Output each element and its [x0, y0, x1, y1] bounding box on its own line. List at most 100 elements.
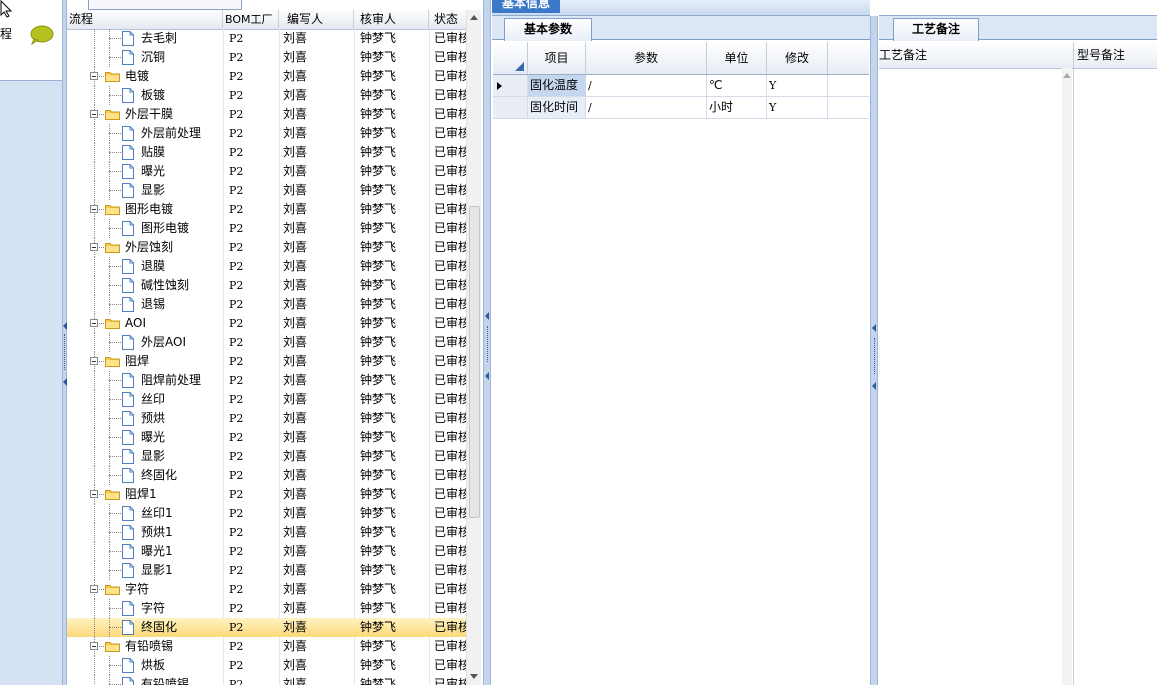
tree-node-cell[interactable]: 图形电镀: [67, 219, 223, 238]
tree-row[interactable]: 图形电镀 P2 刘喜 钟梦飞 已审核: [67, 219, 467, 238]
col-header-unit[interactable]: 单位: [707, 42, 767, 74]
tree-node-cell[interactable]: 电镀: [67, 67, 223, 86]
tree-splitter[interactable]: [483, 0, 491, 685]
tree-row[interactable]: 曝光1 P2 刘喜 钟梦飞 已审核: [67, 542, 467, 561]
col-header-process[interactable]: 流程: [67, 10, 223, 29]
tree-node-cell[interactable]: 阻焊: [67, 352, 223, 371]
tab-basic-info[interactable]: 基本信息: [492, 0, 560, 13]
tree-row[interactable]: 有铅喷锡 P2 刘喜 钟梦飞 已审核: [67, 675, 467, 685]
scroll-down-icon[interactable]: [470, 674, 478, 679]
tree-node-cell[interactable]: 字符: [67, 599, 223, 618]
param-row[interactable]: 固化时间 / 小时 Y: [493, 97, 869, 119]
tree-row[interactable]: 终固化 P2 刘喜 钟梦飞 已审核: [67, 466, 467, 485]
scroll-thumb[interactable]: [469, 206, 480, 518]
tree-row[interactable]: 碱性蚀刻 P2 刘喜 钟梦飞 已审核: [67, 276, 467, 295]
tree-node-cell[interactable]: 曝光1: [67, 542, 223, 561]
col-header-model-notes[interactable]: 型号备注: [1077, 42, 1125, 68]
collapse-node-icon[interactable]: [90, 319, 98, 327]
tree-node-cell[interactable]: 终固化: [67, 618, 223, 637]
tree-row[interactable]: 退膜 P2 刘喜 钟梦飞 已审核: [67, 257, 467, 276]
tree-row[interactable]: 去毛刺 P2 刘喜 钟梦飞 已审核: [67, 29, 467, 48]
tree-row[interactable]: 图形电镀 P2 刘喜 钟梦飞 已审核: [67, 200, 467, 219]
tree-node-cell[interactable]: 终固化: [67, 466, 223, 485]
collapse-node-icon[interactable]: [90, 642, 98, 650]
col-header-bom[interactable]: BOM工厂: [223, 10, 279, 29]
tree-row[interactable]: 烘板 P2 刘喜 钟梦飞 已审核: [67, 656, 467, 675]
param-unit[interactable]: ℃: [707, 75, 767, 96]
tree-row[interactable]: 电镀 P2 刘喜 钟梦飞 已审核: [67, 67, 467, 86]
tree-node-cell[interactable]: 外层前处理: [67, 124, 223, 143]
col-header-reviewer[interactable]: 核审人: [354, 10, 429, 29]
tree-node-cell[interactable]: 外层干膜: [67, 105, 223, 124]
tree-row[interactable]: 阻焊1 P2 刘喜 钟梦飞 已审核: [67, 485, 467, 504]
tree-row[interactable]: 外层干膜 P2 刘喜 钟梦飞 已审核: [67, 105, 467, 124]
tree-row[interactable]: 丝印 P2 刘喜 钟梦飞 已审核: [67, 390, 467, 409]
collapse-right-icon[interactable]: [872, 324, 876, 332]
tree-row[interactable]: 预烘1 P2 刘喜 钟梦飞 已审核: [67, 523, 467, 542]
tree-row[interactable]: 外层前处理 P2 刘喜 钟梦飞 已审核: [67, 124, 467, 143]
tree-row[interactable]: 沉铜 P2 刘喜 钟梦飞 已审核: [67, 48, 467, 67]
tree-node-cell[interactable]: 退膜: [67, 257, 223, 276]
tree-node-cell[interactable]: 丝印: [67, 390, 223, 409]
tree-row[interactable]: 终固化 P2 刘喜 钟梦飞 已审核: [67, 618, 467, 637]
col-header-process-notes[interactable]: 工艺备注: [879, 42, 927, 68]
tree-row[interactable]: 外层蚀刻 P2 刘喜 钟梦飞 已审核: [67, 238, 467, 257]
tree-node-cell[interactable]: 外层AOI: [67, 333, 223, 352]
tree-node-cell[interactable]: 阻焊前处理: [67, 371, 223, 390]
right-splitter[interactable]: [870, 16, 878, 685]
tree-node-cell[interactable]: 板镀: [67, 86, 223, 105]
tree-scrollbar[interactable]: [466, 10, 481, 685]
collapse-node-icon[interactable]: [90, 357, 98, 365]
tree-row[interactable]: 有铅喷锡 P2 刘喜 钟梦飞 已审核: [67, 637, 467, 656]
chat-bubble-icon[interactable]: [28, 24, 54, 46]
tab-process-notes[interactable]: 工艺备注: [893, 18, 979, 41]
tree-row[interactable]: 板镀 P2 刘喜 钟梦飞 已审核: [67, 86, 467, 105]
param-item[interactable]: 固化时间: [528, 97, 586, 118]
tree-node-cell[interactable]: 显影: [67, 181, 223, 200]
tree-row[interactable]: 字符 P2 刘喜 钟梦飞 已审核: [67, 599, 467, 618]
tree-node-cell[interactable]: 外层蚀刻: [67, 238, 223, 257]
tree-node-cell[interactable]: 有铅喷锡: [67, 637, 223, 656]
param-modify[interactable]: Y: [767, 97, 828, 118]
tree-row[interactable]: 丝印1 P2 刘喜 钟梦飞 已审核: [67, 504, 467, 523]
tree-row[interactable]: 曝光 P2 刘喜 钟梦飞 已审核: [67, 162, 467, 181]
collapse-node-icon[interactable]: [90, 72, 98, 80]
tree-row[interactable]: 阻焊前处理 P2 刘喜 钟梦飞 已审核: [67, 371, 467, 390]
param-row[interactable]: 固化温度 / ℃ Y: [493, 75, 869, 97]
collapse-node-icon[interactable]: [90, 205, 98, 213]
collapse-node-icon[interactable]: [90, 243, 98, 251]
tree-node-cell[interactable]: 阻焊1: [67, 485, 223, 504]
tree-row[interactable]: 阻焊 P2 刘喜 钟梦飞 已审核: [67, 352, 467, 371]
tree-node-cell[interactable]: 图形电镀: [67, 200, 223, 219]
collapse-tree-icon[interactable]: [485, 312, 489, 320]
param-modify[interactable]: Y: [767, 75, 828, 96]
tree-node-cell[interactable]: 有铅喷锡: [67, 675, 223, 685]
tree-node-cell[interactable]: 贴膜: [67, 143, 223, 162]
left-nav-item-area[interactable]: 程: [0, 0, 62, 81]
tree-node-cell[interactable]: 碱性蚀刻: [67, 276, 223, 295]
collapse-node-icon[interactable]: [90, 490, 98, 498]
col-header-param[interactable]: 参数: [586, 42, 707, 74]
collapse-tree-icon-2[interactable]: [485, 372, 489, 380]
tree-node-cell[interactable]: 曝光: [67, 162, 223, 181]
col-header-item[interactable]: 项目: [528, 42, 586, 74]
tree-row[interactable]: 字符 P2 刘喜 钟梦飞 已审核: [67, 580, 467, 599]
collapse-node-icon[interactable]: [90, 585, 98, 593]
tree-node-cell[interactable]: 去毛刺: [67, 29, 223, 48]
col-header-status[interactable]: 状态: [429, 10, 467, 29]
tree-top-tab[interactable]: [88, 0, 242, 10]
tree-node-cell[interactable]: 烘板: [67, 656, 223, 675]
tree-node-cell[interactable]: 显影: [67, 447, 223, 466]
tab-basic-params[interactable]: 基本参数: [504, 18, 592, 41]
tree-node-cell[interactable]: 退锡: [67, 295, 223, 314]
tree-node-cell[interactable]: 丝印1: [67, 504, 223, 523]
scroll-up-icon[interactable]: [1063, 73, 1071, 78]
tree-row[interactable]: 外层AOI P2 刘喜 钟梦飞 已审核: [67, 333, 467, 352]
tree-row[interactable]: AOI P2 刘喜 钟梦飞 已审核: [67, 314, 467, 333]
param-value[interactable]: /: [586, 97, 707, 118]
tree-row[interactable]: 贴膜 P2 刘喜 钟梦飞 已审核: [67, 143, 467, 162]
notes-scrollbar[interactable]: [1062, 68, 1072, 685]
tree-row[interactable]: 显影 P2 刘喜 钟梦飞 已审核: [67, 181, 467, 200]
collapse-node-icon[interactable]: [90, 110, 98, 118]
col-header-modify[interactable]: 修改: [767, 42, 828, 74]
